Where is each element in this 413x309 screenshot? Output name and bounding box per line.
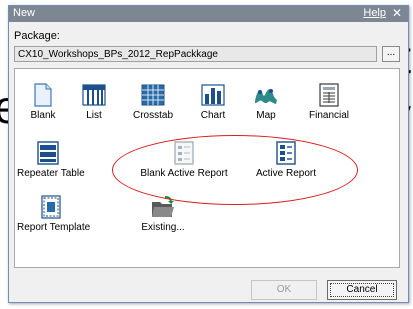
gallery-item-blank-active-report[interactable]: Blank Active Report	[135, 141, 233, 179]
gallery-item-label: Blank	[30, 110, 56, 121]
gallery-item-label: Blank Active Report	[140, 168, 228, 179]
browse-package-button[interactable]: ...	[382, 46, 400, 62]
financial-icon	[319, 83, 339, 107]
gallery-item-label: Chart	[200, 110, 226, 121]
gallery-item-existing[interactable]: Existing...	[137, 195, 189, 233]
gallery-item-label: Existing...	[141, 222, 185, 233]
gallery-item-list[interactable]: List	[79, 83, 109, 121]
gallery-item-label: Report Template	[17, 222, 91, 233]
gallery-item-financial[interactable]: Financial	[305, 83, 353, 121]
gallery-item-label: Map	[256, 110, 276, 121]
cancel-button[interactable]: Cancel	[327, 280, 397, 300]
package-field[interactable]: CX10_Workshops_BPs_2012_RepPackkage	[14, 46, 377, 62]
gallery-item-map[interactable]: Map	[251, 83, 281, 121]
open-folder-icon	[152, 196, 174, 217]
report-type-gallery: Blank List Crosstab Chart Map Financial …	[14, 68, 400, 268]
gallery-item-label: List	[86, 110, 102, 121]
cancel-button-label: Cancel	[330, 283, 394, 297]
blank-active-report-icon	[174, 141, 194, 165]
close-icon[interactable]: ✕	[392, 6, 402, 20]
active-report-icon	[276, 141, 296, 165]
crosstab-icon	[141, 84, 165, 106]
dialog-titlebar: New Help ✕	[9, 6, 408, 22]
bar-chart-icon	[201, 84, 225, 106]
ok-button[interactable]: OK	[251, 280, 317, 300]
map-icon	[255, 89, 277, 104]
new-dialog: New Help ✕ Package: CX10_Workshops_BPs_2…	[8, 5, 409, 303]
gallery-item-label: Active Report	[255, 168, 317, 179]
gallery-item-chart[interactable]: Chart	[195, 83, 231, 121]
blank-page-icon	[34, 83, 52, 107]
gallery-item-label: Financial	[308, 110, 350, 121]
gallery-item-active-report[interactable]: Active Report	[249, 141, 323, 179]
package-label: Package:	[14, 30, 60, 42]
gallery-item-repeater-table[interactable]: Repeater Table	[17, 141, 85, 179]
dialog-title: New	[13, 7, 36, 19]
report-template-icon	[41, 195, 61, 219]
gallery-item-crosstab[interactable]: Crosstab	[129, 83, 177, 121]
repeater-table-icon	[37, 141, 59, 165]
list-icon	[82, 84, 106, 106]
gallery-item-blank[interactable]: Blank	[25, 83, 61, 121]
gallery-item-label: Repeater Table	[17, 168, 85, 179]
help-link[interactable]: Help	[363, 7, 386, 19]
gallery-item-report-template[interactable]: Report Template	[17, 195, 91, 233]
gallery-item-label: Crosstab	[132, 110, 173, 121]
